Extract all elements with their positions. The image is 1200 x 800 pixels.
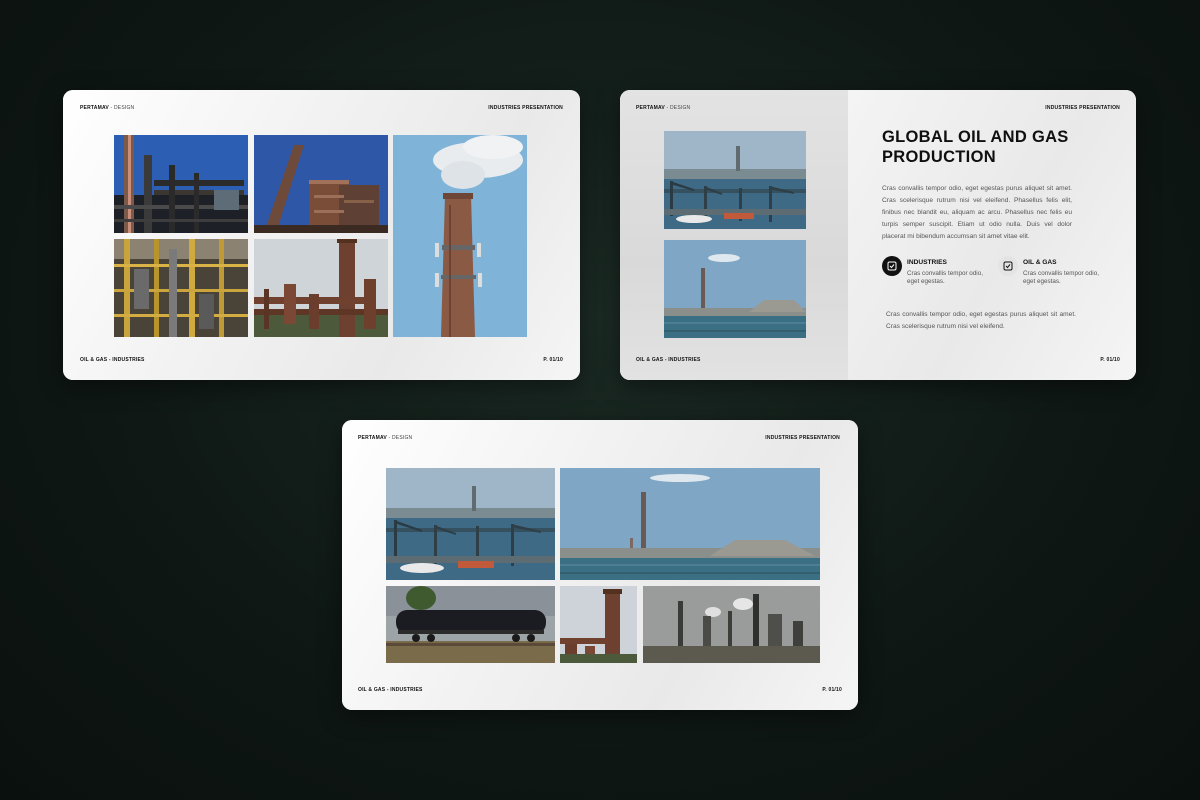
brand-label: PERTAMAV - DESIGN xyxy=(358,435,413,441)
feature-desc: Cras convallis tempor odio, eget egestas… xyxy=(1023,270,1099,285)
rusty-refinery-photo xyxy=(254,239,388,337)
header-title: INDUSTRIES PRESENTATION xyxy=(765,435,840,441)
tank-train-photo xyxy=(386,586,555,663)
page-number: P. 01/10 xyxy=(1100,357,1120,363)
footer-label: OIL & GAS - INDUSTRIES xyxy=(80,357,145,363)
tall-tanks-photo xyxy=(254,135,388,233)
body-paragraph-2: Cras convallis tempor odio, eget egestas… xyxy=(886,311,1076,331)
check-square-icon xyxy=(882,256,902,276)
refinery-skyline-photo xyxy=(643,586,820,663)
feature-label: INDUSTRIES xyxy=(907,259,947,266)
smokestack-photo xyxy=(393,135,527,337)
feature-desc: Cras convallis tempor odio, eget egestas… xyxy=(907,270,983,285)
slide-2: PERTAMAV - DESIGN INDUSTRIES PRESENTATIO… xyxy=(620,90,1136,380)
slide-title: GLOBAL OIL AND GAS PRODUCTION xyxy=(882,128,1069,166)
slide-1: PERTAMAV - DESIGN INDUSTRIES PRESENTATIO… xyxy=(63,90,580,380)
page-number: P. 01/10 xyxy=(822,687,842,693)
port-cranes-photo xyxy=(386,468,555,580)
scaffold-refinery-photo xyxy=(114,239,248,337)
rusty-tanks-photo xyxy=(560,586,637,663)
footer-label: OIL & GAS - INDUSTRIES xyxy=(358,687,423,693)
footer-label: OIL & GAS - INDUSTRIES xyxy=(636,357,701,363)
sea-chimney-photo xyxy=(664,240,806,338)
brand-label: PERTAMAV - DESIGN xyxy=(636,105,691,111)
feature-label: OIL & GAS xyxy=(1023,259,1057,266)
port-cranes-photo xyxy=(664,131,806,229)
refinery-pipes-photo xyxy=(114,135,248,233)
sea-chimney-photo xyxy=(560,468,820,580)
body-paragraph: Cras convallis tempor odio, eget egestas… xyxy=(882,185,1072,241)
header-title: INDUSTRIES PRESENTATION xyxy=(1045,105,1120,111)
slide-3: PERTAMAV - DESIGN INDUSTRIES PRESENTATIO… xyxy=(342,420,858,710)
check-square-icon xyxy=(998,256,1018,276)
header-title: INDUSTRIES PRESENTATION xyxy=(488,105,563,111)
brand-label: PERTAMAV - DESIGN xyxy=(80,105,135,111)
page-number: P. 01/10 xyxy=(543,357,563,363)
